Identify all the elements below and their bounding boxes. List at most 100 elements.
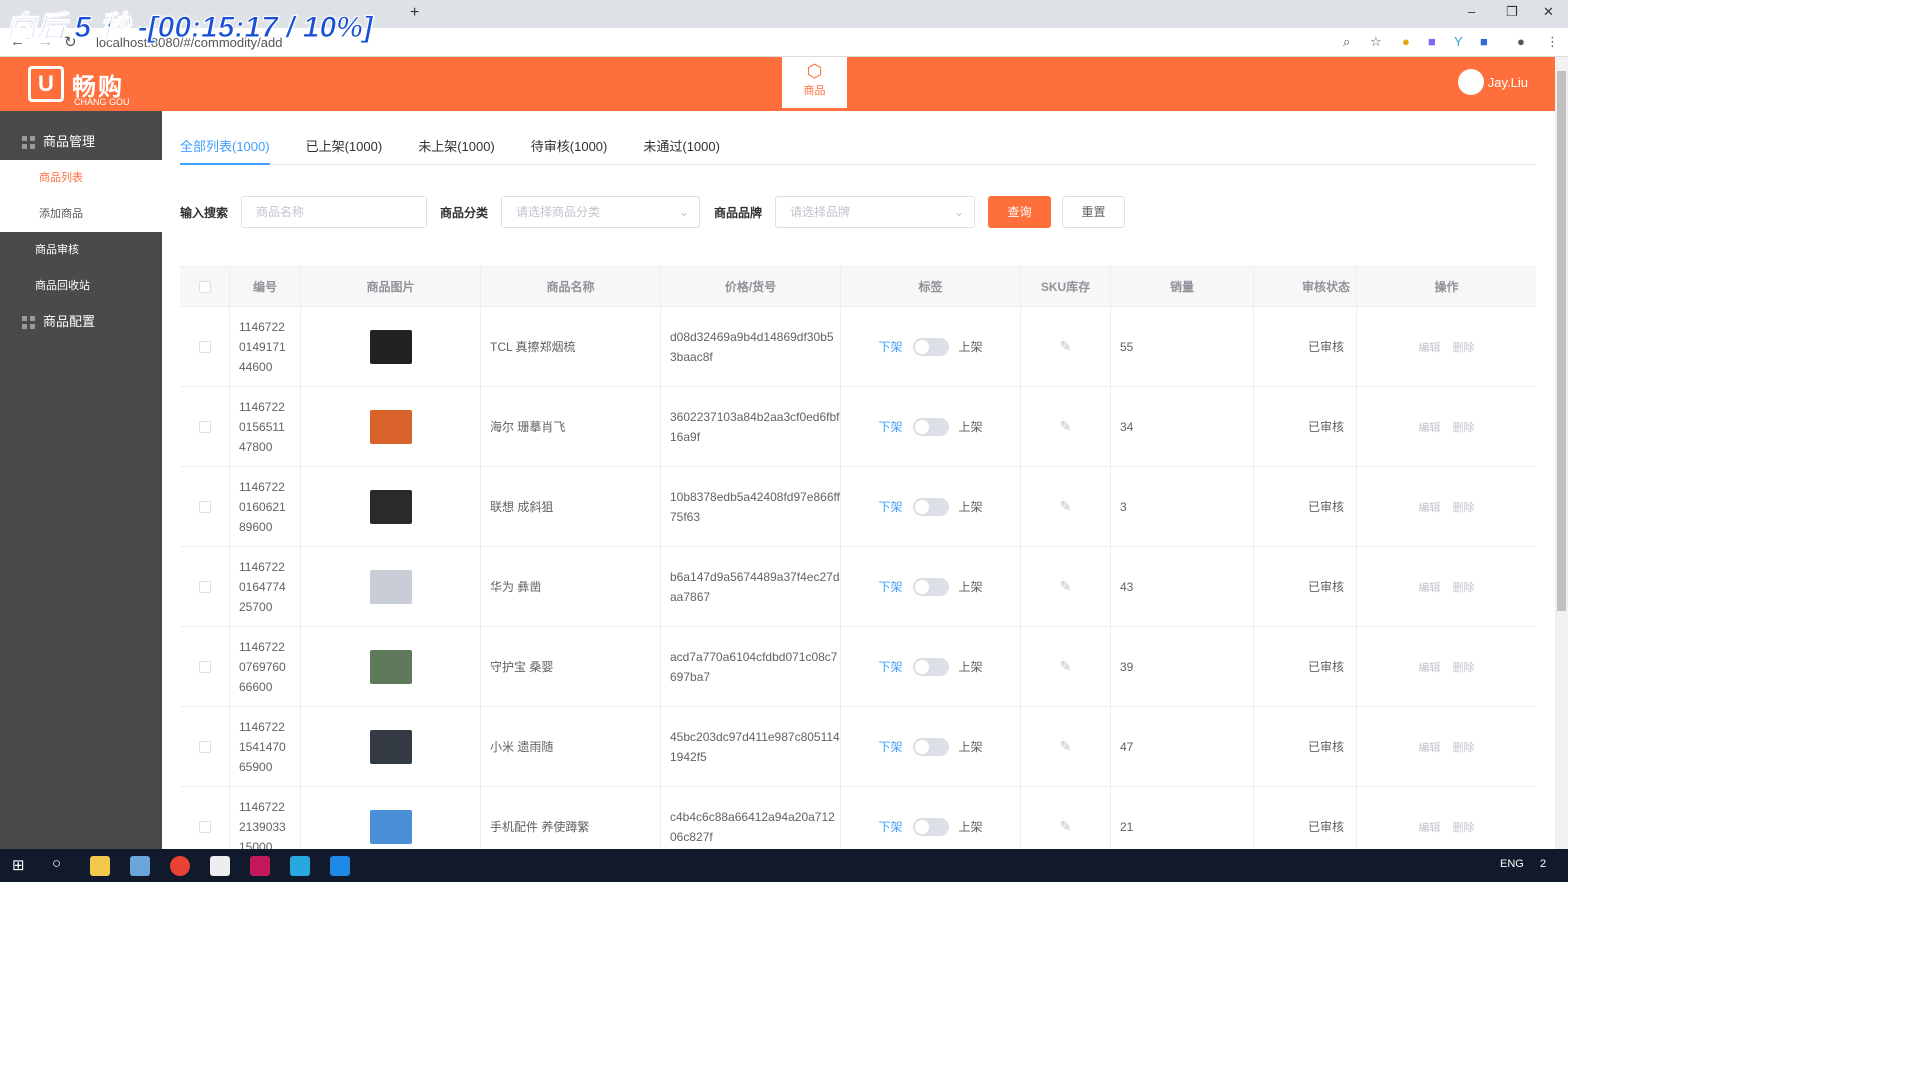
search-circle-icon[interactable]: ○ (52, 855, 61, 872)
zoom-icon[interactable]: ⌕ (1343, 34, 1350, 50)
sidebar-item-goods-list[interactable]: 商品列表 (0, 160, 162, 196)
category-select[interactable]: 请选择商品分类 ⌄ (501, 196, 700, 228)
reset-button[interactable]: 重置 (1062, 196, 1125, 228)
sidebar-group-goods-config[interactable]: 商品配置 (0, 304, 162, 340)
minimize-button[interactable]: – (1468, 4, 1475, 19)
row-checkbox[interactable] (198, 420, 211, 433)
delete-button[interactable]: 删除 (1453, 739, 1475, 755)
cell-code: b6a147d9a5674489a37f4ec27daa7867 (661, 547, 841, 626)
col-price: 价格/货号 (661, 267, 841, 306)
sidebar-item-goods-review[interactable]: 商品审核 (0, 232, 162, 268)
edit-sku-icon[interactable]: ✎ (1060, 738, 1072, 755)
off-shelf-label: 下架 (878, 660, 903, 674)
profile-icon[interactable]: ● (1517, 34, 1525, 49)
row-checkbox[interactable] (198, 580, 211, 593)
edit-sku-icon[interactable]: ✎ (1060, 818, 1072, 835)
sales-value: 55 (1120, 339, 1134, 354)
shelf-toggle[interactable] (912, 737, 949, 756)
delete-button[interactable]: 删除 (1453, 659, 1475, 675)
cell-image (301, 627, 481, 706)
new-tab-button[interactable]: + (410, 4, 419, 22)
product-code: 3602237103a84b2aa3cf0ed6fbf16a9f (670, 409, 840, 444)
row-checkbox-cell (180, 387, 230, 466)
bookmark-star-icon[interactable]: ☆ (1370, 34, 1382, 50)
app-header: U 畅购 CHANG GOU ⬡ 商品 Jay.Liu (0, 57, 1555, 111)
shelf-toggle[interactable] (912, 577, 949, 596)
cell-code: 3602237103a84b2aa3cf0ed6fbf16a9f (661, 387, 841, 466)
row-checkbox[interactable] (198, 500, 211, 513)
id-text: 1146722 1541470 65900 (239, 719, 286, 774)
keyword-input[interactable]: 商品名称 (241, 196, 427, 228)
menu-icon[interactable]: ⋮ (1546, 34, 1559, 50)
extension-icon[interactable]: ■ (1428, 34, 1436, 49)
language-indicator[interactable]: ENG (1500, 858, 1524, 870)
user-menu[interactable]: Jay.Liu (1457, 69, 1528, 95)
table-body: 1146722 0149171 44600 TCL 真擦郑烟梳 d08d32469a… (180, 307, 1536, 867)
edit-sku-icon[interactable]: ✎ (1060, 338, 1072, 355)
row-checkbox-cell (180, 707, 230, 786)
shelf-toggle[interactable] (912, 497, 949, 516)
row-checkbox-cell (180, 307, 230, 386)
tab-pending[interactable]: 待审核(1000) (531, 135, 608, 165)
cell-name: 小米 遗雨随 (481, 707, 661, 786)
select-all-checkbox[interactable] (198, 280, 211, 293)
edit-button[interactable]: 编辑 (1419, 419, 1441, 435)
edit-button[interactable]: 编辑 (1419, 739, 1441, 755)
row-checkbox[interactable] (198, 820, 211, 833)
edit-sku-icon[interactable]: ✎ (1060, 498, 1072, 515)
extension-icon[interactable]: ■ (1480, 34, 1488, 49)
sidebar-group-goods-management[interactable]: 商品管理 (0, 124, 162, 160)
edit-button[interactable]: 编辑 (1419, 659, 1441, 675)
extension-icon[interactable]: ● (1402, 34, 1410, 49)
extension-icon[interactable]: Y (1454, 34, 1463, 49)
shelf-toggle[interactable] (912, 417, 949, 436)
shelf-toggle[interactable] (912, 817, 949, 836)
row-checkbox[interactable] (198, 740, 211, 753)
app-icon[interactable] (130, 856, 150, 876)
brand-select[interactable]: 请选择品牌 ⌄ (775, 196, 975, 228)
tab-on-shelf[interactable]: 已上架(1000) (306, 135, 383, 165)
cell-sales: 34 (1111, 387, 1254, 466)
close-window-button[interactable]: ✕ (1543, 4, 1554, 20)
edit-button[interactable]: 编辑 (1419, 339, 1441, 355)
edit-button[interactable]: 编辑 (1419, 579, 1441, 595)
notification-count[interactable]: 2 (1540, 858, 1546, 870)
intellij-icon[interactable] (250, 856, 270, 876)
video-overlay-caption: 向后 5 秒 -[00:15:17 / 10%] (6, 11, 374, 45)
nav-goods-tab[interactable]: ⬡ 商品 (782, 57, 847, 108)
windows-start-icon[interactable]: ⊞ (12, 856, 25, 874)
delete-button[interactable]: 删除 (1453, 339, 1475, 355)
vscode-icon[interactable] (330, 856, 350, 876)
app-icon[interactable] (290, 856, 310, 876)
cell-status: 已审核 (1254, 627, 1357, 706)
edit-sku-icon[interactable]: ✎ (1060, 578, 1072, 595)
shelf-toggle[interactable] (912, 337, 949, 356)
off-shelf-label: 下架 (878, 580, 903, 594)
id-text: 1146722 2139033 15000 (239, 799, 286, 854)
chrome-icon[interactable] (170, 856, 190, 876)
edit-sku-icon[interactable]: ✎ (1060, 658, 1072, 675)
page-scrollbar[interactable] (1555, 57, 1568, 849)
delete-button[interactable]: 删除 (1453, 419, 1475, 435)
scrollbar-thumb[interactable] (1557, 71, 1566, 611)
query-button[interactable]: 查询 (988, 196, 1051, 228)
edit-button[interactable]: 编辑 (1419, 819, 1441, 835)
typora-icon[interactable] (210, 856, 230, 876)
edit-sku-icon[interactable]: ✎ (1060, 418, 1072, 435)
row-checkbox[interactable] (198, 340, 211, 353)
edit-button[interactable]: 编辑 (1419, 499, 1441, 515)
maximize-button[interactable]: ❐ (1506, 4, 1518, 20)
delete-button[interactable]: 删除 (1453, 579, 1475, 595)
delete-button[interactable]: 删除 (1453, 819, 1475, 835)
tab-all[interactable]: 全部列表(1000) (180, 135, 270, 165)
app-icon[interactable] (90, 856, 110, 876)
shelf-toggle[interactable] (912, 657, 949, 676)
sidebar-item-recycle-bin[interactable]: 商品回收站 (0, 268, 162, 304)
col-image: 商品图片 (301, 267, 481, 306)
sidebar-item-add-goods[interactable]: 添加商品 (0, 196, 162, 232)
tab-off-shelf[interactable]: 未上架(1000) (418, 135, 495, 165)
row-checkbox[interactable] (198, 660, 211, 673)
tab-rejected[interactable]: 未通过(1000) (643, 135, 720, 165)
delete-button[interactable]: 删除 (1453, 499, 1475, 515)
cell-tag: 下架 上架 (841, 307, 1021, 386)
